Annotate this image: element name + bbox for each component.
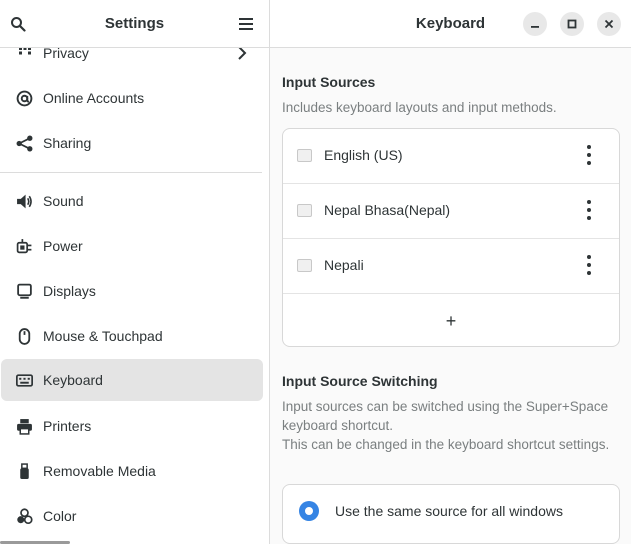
sidebar-item-privacy[interactable]: Privacy bbox=[1, 48, 263, 74]
add-input-source-button[interactable]: + bbox=[283, 294, 619, 346]
sidebar-item-label: Mouse & Touchpad bbox=[43, 328, 163, 344]
switching-description-2: This can be changed in the keyboard shor… bbox=[282, 437, 610, 452]
chevron-right-icon bbox=[235, 48, 249, 60]
sidebar-item-label: Online Accounts bbox=[43, 90, 145, 106]
more-options-icon[interactable] bbox=[587, 255, 591, 275]
main-panel: Keyboard Input Sources Includes keyboard… bbox=[270, 0, 631, 544]
input-source-name: Nepali bbox=[324, 257, 364, 273]
input-source-row[interactable]: Nepal Bhasa(Nepal) bbox=[283, 184, 619, 239]
input-source-name: English (US) bbox=[324, 147, 403, 163]
sidebar-item-label: Privacy bbox=[43, 48, 89, 61]
sidebar-item-label: Power bbox=[43, 238, 83, 254]
sidebar-item-sound[interactable]: Sound bbox=[1, 180, 263, 222]
sidebar-item-power[interactable]: Power bbox=[1, 225, 263, 267]
privacy-icon bbox=[16, 48, 33, 62]
more-options-icon[interactable] bbox=[587, 200, 591, 220]
sidebar-item-online-accounts[interactable]: Online Accounts bbox=[1, 77, 263, 119]
close-button[interactable] bbox=[597, 12, 621, 36]
input-source-switching-title: Input Source Switching bbox=[282, 373, 438, 389]
sidebar: Settings Privacy Online Accounts Sharing… bbox=[0, 0, 270, 544]
maximize-icon bbox=[567, 19, 577, 29]
keyboard-icon bbox=[16, 372, 33, 389]
sidebar-divider bbox=[0, 172, 262, 173]
sidebar-item-displays[interactable]: Displays bbox=[1, 270, 263, 312]
speaker-icon bbox=[16, 193, 33, 210]
power-plug-icon bbox=[16, 238, 33, 255]
switching-description-1: Input sources can be switched using the … bbox=[282, 399, 609, 433]
input-source-row[interactable]: English (US) bbox=[283, 129, 619, 184]
sidebar-item-printers[interactable]: Printers bbox=[1, 405, 263, 447]
input-sources-title: Input Sources bbox=[282, 74, 376, 90]
at-sign-icon bbox=[16, 90, 33, 107]
sidebar-item-removable-media[interactable]: Removable Media bbox=[1, 450, 263, 492]
hamburger-menu-icon bbox=[239, 18, 253, 30]
sidebar-item-label: Printers bbox=[43, 418, 92, 434]
color-palette-icon bbox=[16, 507, 33, 525]
menu-button[interactable] bbox=[234, 12, 258, 36]
minimize-button[interactable] bbox=[523, 12, 547, 36]
sidebar-item-label: Displays bbox=[43, 283, 96, 299]
more-options-icon[interactable] bbox=[587, 145, 591, 165]
sidebar-item-mouse-touchpad[interactable]: Mouse & Touchpad bbox=[1, 315, 263, 357]
sidebar-item-sharing[interactable]: Sharing bbox=[1, 122, 263, 164]
input-sources-list: English (US) Nepal Bhasa(Nepal) Nepali + bbox=[282, 128, 620, 347]
keyboard-layout-icon bbox=[297, 204, 312, 217]
main-header: Keyboard bbox=[270, 0, 631, 48]
monitor-icon bbox=[16, 283, 33, 300]
switching-options: Use the same source for all windows bbox=[282, 484, 620, 544]
maximize-button[interactable] bbox=[560, 12, 584, 36]
sidebar-item-color[interactable]: Color bbox=[1, 495, 263, 537]
sidebar-item-label: Color bbox=[43, 508, 77, 524]
radio-same-source[interactable] bbox=[299, 501, 319, 521]
sidebar-item-label: Sharing bbox=[43, 135, 92, 151]
sidebar-item-keyboard[interactable]: Keyboard bbox=[1, 359, 263, 401]
sidebar-item-label: Removable Media bbox=[43, 463, 156, 479]
keyboard-layout-icon bbox=[297, 259, 312, 272]
printer-icon bbox=[16, 418, 33, 435]
sidebar-item-label: Sound bbox=[43, 193, 84, 209]
sidebar-header: Settings bbox=[0, 0, 269, 48]
sidebar-list: Privacy Online Accounts Sharing Sound Po… bbox=[0, 48, 270, 544]
input-source-row[interactable]: Nepali bbox=[283, 239, 619, 294]
sidebar-item-label: Keyboard bbox=[43, 372, 103, 388]
mouse-icon bbox=[16, 327, 33, 345]
minimize-icon bbox=[531, 26, 539, 28]
close-icon bbox=[604, 19, 614, 29]
sidebar-title: Settings bbox=[104, 15, 165, 32]
radio-label: Use the same source for all windows bbox=[335, 503, 563, 519]
keyboard-layout-icon bbox=[297, 149, 312, 162]
input-source-name: Nepal Bhasa(Nepal) bbox=[324, 202, 451, 218]
share-icon bbox=[16, 135, 33, 152]
usb-drive-icon bbox=[16, 462, 33, 480]
input-sources-description: Includes keyboard layouts and input meth… bbox=[282, 100, 557, 115]
